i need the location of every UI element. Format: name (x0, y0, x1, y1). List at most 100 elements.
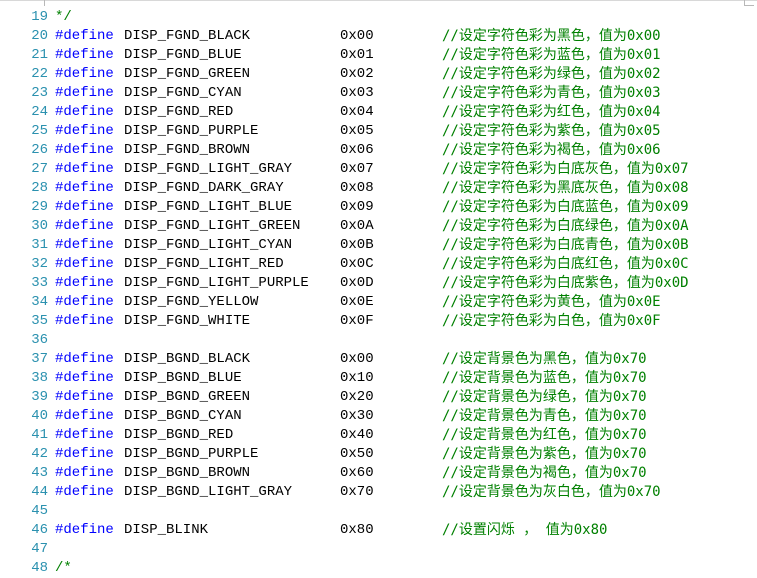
block-comment-delimiter: */ (55, 9, 72, 25)
code-line[interactable]: 46 #define DISP_BLINK 0x80 //设置闪烁 ， 值为0x80 (0, 521, 757, 540)
code-line[interactable]: 38 #define DISP_BGND_BLUE 0x10 //设定背景色为蓝色，值为… (0, 369, 757, 388)
macro-value: 0x09 (340, 199, 374, 215)
code-line[interactable]: 37 #define DISP_BGND_BLACK 0x00 //设定背景色为黑色，值… (0, 350, 757, 369)
macro-value: 0x0A (340, 218, 374, 234)
define-keyword: #define (55, 47, 114, 63)
line-number: 30 (31, 218, 48, 234)
code-line[interactable]: 25 #define DISP_FGND_PURPLE 0x05 //设定字符色彩为紫色… (0, 122, 757, 141)
macro-value: 0x02 (340, 66, 374, 82)
macro-value: 0x05 (340, 123, 374, 139)
line-number: 37 (31, 351, 48, 367)
code-line[interactable]: 47 (0, 540, 757, 559)
code-line[interactable]: 19 */ (0, 8, 757, 27)
macro-value: 0x60 (340, 465, 374, 481)
code-line[interactable]: 23 #define DISP_FGND_CYAN 0x03 //设定字符色彩为青色，值… (0, 84, 757, 103)
line-comment: //设定背景色为褐色，值为0x70 (442, 465, 647, 481)
code-line[interactable]: 45 (0, 502, 757, 521)
scrollbar-corner[interactable] (744, 0, 754, 6)
code-line[interactable]: 33 #define DISP_FGND_LIGHT_PURPLE 0x0D //设定字… (0, 274, 757, 293)
macro-name: DISP_BGND_BLACK (124, 351, 251, 367)
code-line[interactable]: 35 #define DISP_FGND_WHITE 0x0F //设定字符色彩为白色，… (0, 312, 757, 331)
line-number: 19 (31, 9, 48, 25)
define-keyword: #define (55, 465, 114, 481)
code-line[interactable]: 36 (0, 331, 757, 350)
line-number: 36 (31, 332, 48, 348)
macro-value: 0x00 (340, 351, 374, 367)
line-comment: //设定字符色彩为白底绿色，值为0x0A (442, 218, 689, 234)
code-line[interactable]: 27 #define DISP_FGND_LIGHT_GRAY 0x07 //设定字符色… (0, 160, 757, 179)
macro-value: 0x03 (340, 85, 374, 101)
code-line[interactable]: 43 #define DISP_BGND_BROWN 0x60 //设定背景色为褐色，值… (0, 464, 757, 483)
code-line[interactable]: 28 #define DISP_FGND_DARK_GRAY 0x08 //设定字符色彩… (0, 179, 757, 198)
code-editor[interactable]: 19 */ 20 #define DISP_FGND_BLACK 0x00 //设定字符色彩… (0, 0, 757, 576)
line-comment: //设定字符色彩为白色，值为0x0F (442, 313, 661, 329)
line-comment: //设定背景色为红色，值为0x70 (442, 427, 647, 443)
macro-name: DISP_BLINK (124, 522, 209, 538)
macro-value: 0x10 (340, 370, 374, 386)
line-comment: //设定背景色为灰白色，值为0x70 (442, 484, 661, 500)
code-line[interactable]: 41 #define DISP_BGND_RED 0x40 //设定背景色为红色，值为0… (0, 426, 757, 445)
define-keyword: #define (55, 294, 114, 310)
macro-name: DISP_BGND_RED (124, 427, 234, 443)
define-keyword: #define (55, 256, 114, 272)
code-line[interactable]: 42 #define DISP_BGND_PURPLE 0x50 //设定背景色为紫色，… (0, 445, 757, 464)
define-keyword: #define (55, 218, 114, 234)
line-comment: //设定背景色为紫色，值为0x70 (442, 446, 647, 462)
code-line[interactable]: 26 #define DISP_FGND_BROWN 0x06 //设定字符色彩为褐色，… (0, 141, 757, 160)
line-comment: //设定字符色彩为黄色，值为0x0E (442, 294, 661, 310)
code-line[interactable]: 20 #define DISP_FGND_BLACK 0x00 //设定字符色彩为黑色，… (0, 27, 757, 46)
code-line[interactable]: 39 #define DISP_BGND_GREEN 0x20 //设定背景色为绿色，值… (0, 388, 757, 407)
macro-value: 0x0F (340, 313, 374, 329)
line-number: 27 (31, 161, 48, 177)
line-comment: //设定字符色彩为红色，值为0x04 (442, 104, 661, 120)
editor-top-edge (0, 0, 757, 8)
code-line[interactable]: 40 #define DISP_BGND_CYAN 0x30 //设定背景色为青色，值为… (0, 407, 757, 426)
macro-name: DISP_FGND_GREEN (124, 66, 251, 82)
code-line[interactable]: 32 #define DISP_FGND_LIGHT_RED 0x0C //设定字符色彩… (0, 255, 757, 274)
line-number: 47 (31, 541, 48, 557)
define-keyword: #define (55, 275, 114, 291)
code-line[interactable]: 24 #define DISP_FGND_RED 0x04 //设定字符色彩为红色，值为… (0, 103, 757, 122)
macro-name: DISP_FGND_LIGHT_RED (124, 256, 284, 272)
code-lines[interactable]: 19 */ 20 #define DISP_FGND_BLACK 0x00 //设定字符色彩… (0, 8, 757, 578)
define-keyword: #define (55, 161, 114, 177)
macro-name: DISP_FGND_DARK_GRAY (124, 180, 284, 196)
code-line[interactable]: 31 #define DISP_FGND_LIGHT_CYAN 0x0B //设定字符色… (0, 236, 757, 255)
define-keyword: #define (55, 313, 114, 329)
define-keyword: #define (55, 522, 114, 538)
gutter-divider-tick (44, 0, 45, 6)
macro-name: DISP_FGND_BLACK (124, 28, 251, 44)
code-line[interactable]: 48 /* (0, 559, 757, 578)
macro-name: DISP_BGND_CYAN (124, 408, 242, 424)
line-number: 44 (31, 484, 48, 500)
line-number: 22 (31, 66, 48, 82)
line-number: 41 (31, 427, 48, 443)
macro-name: DISP_FGND_LIGHT_BLUE (124, 199, 293, 215)
block-comment-delimiter: /* (55, 560, 72, 576)
line-comment: //设定字符色彩为白底紫色，值为0x0D (442, 275, 689, 291)
line-comment: //设定背景色为黑色，值为0x70 (442, 351, 647, 367)
line-number: 43 (31, 465, 48, 481)
code-line[interactable]: 44 #define DISP_BGND_LIGHT_GRAY 0x70 //设定背景色… (0, 483, 757, 502)
line-comment: //设定字符色彩为白底红色，值为0x0C (442, 256, 689, 272)
macro-name: DISP_FGND_LIGHT_PURPLE (124, 275, 309, 291)
define-keyword: #define (55, 104, 114, 120)
macro-name: DISP_FGND_RED (124, 104, 234, 120)
line-number: 31 (31, 237, 48, 253)
line-number: 38 (31, 370, 48, 386)
code-line[interactable]: 30 #define DISP_FGND_LIGHT_GREEN 0x0A //设定字符… (0, 217, 757, 236)
code-line[interactable]: 29 #define DISP_FGND_LIGHT_BLUE 0x09 //设定字符色… (0, 198, 757, 217)
code-line[interactable]: 22 #define DISP_FGND_GREEN 0x02 //设定字符色彩为绿色，… (0, 65, 757, 84)
code-line[interactable]: 21 #define DISP_FGND_BLUE 0x01 //设定字符色彩为蓝色，值… (0, 46, 757, 65)
line-comment: //设定字符色彩为白底青色，值为0x0B (442, 237, 689, 253)
line-comment: //设定字符色彩为紫色，值为0x05 (442, 123, 661, 139)
line-comment: //设定背景色为绿色，值为0x70 (442, 389, 647, 405)
code-line[interactable]: 34 #define DISP_FGND_YELLOW 0x0E //设定字符色彩为黄色… (0, 293, 757, 312)
line-number: 33 (31, 275, 48, 291)
line-number: 48 (31, 560, 48, 576)
top-rule (0, 0, 757, 1)
macro-name: DISP_FGND_BROWN (124, 142, 251, 158)
macro-name: DISP_FGND_YELLOW (124, 294, 259, 310)
define-keyword: #define (55, 85, 114, 101)
line-number: 26 (31, 142, 48, 158)
